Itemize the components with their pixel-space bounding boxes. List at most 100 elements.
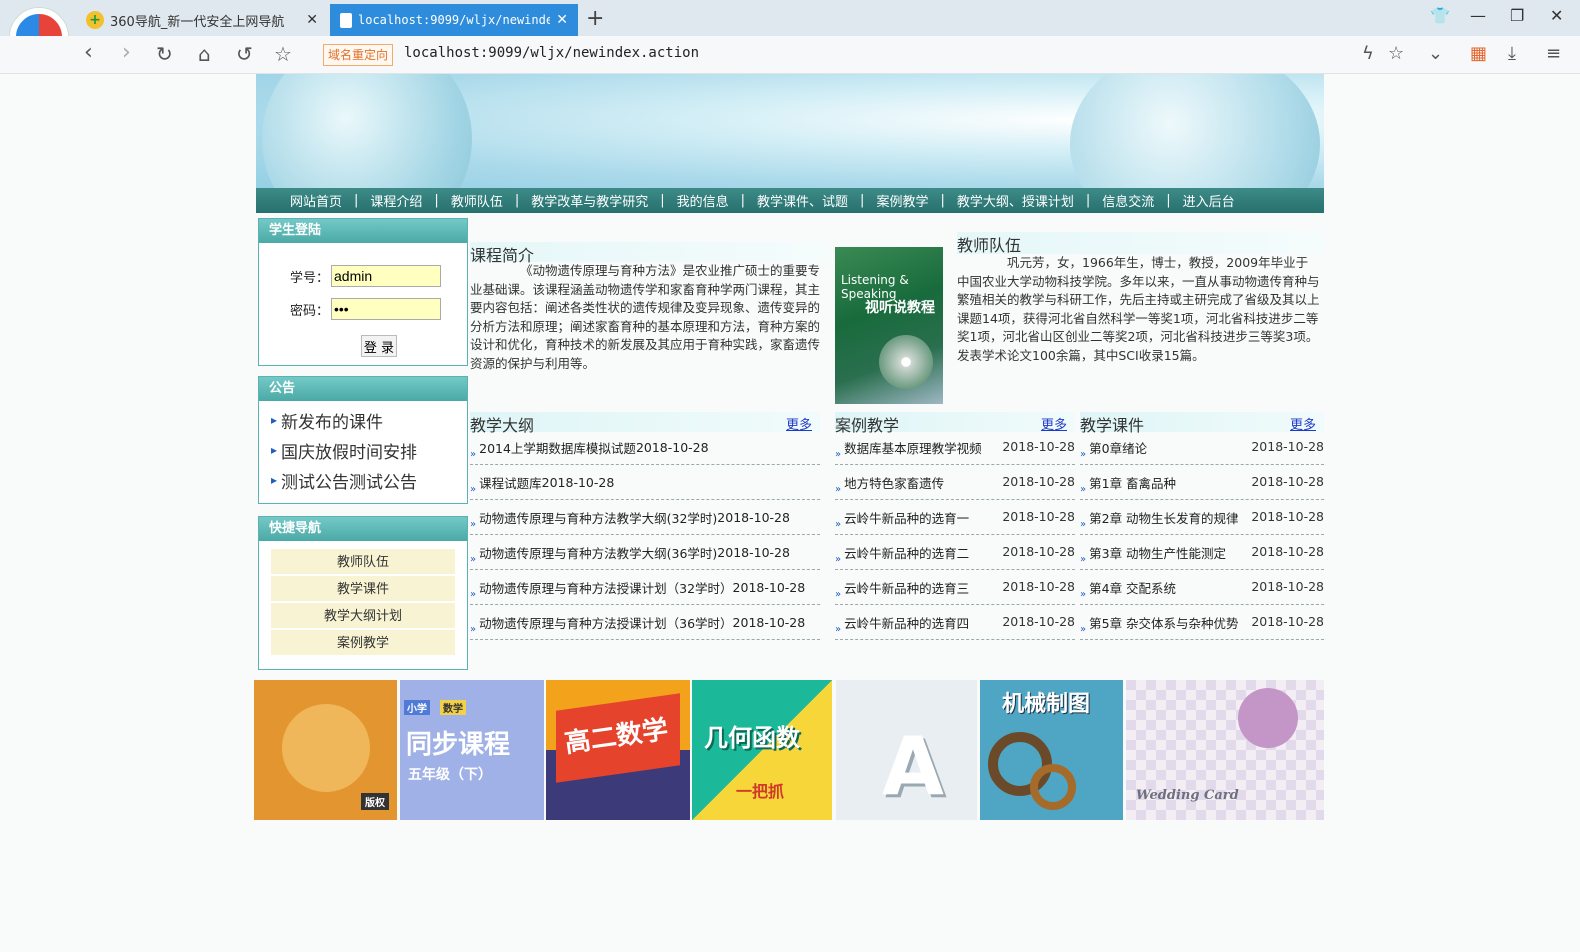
lightning-icon[interactable]: ϟ — [1362, 43, 1374, 64]
restore-icon[interactable]: ❐ — [1510, 6, 1524, 25]
notice-item[interactable]: ▸ 测试公告测试公告 — [259, 465, 467, 495]
cases-list-item[interactable]: » 地方特色家畜遗传 2018-10-28 — [835, 465, 1075, 500]
notice-title: 公告 — [259, 377, 467, 401]
menu-admin[interactable]: 进入后台 — [1183, 191, 1235, 210]
quick-link-teachers[interactable]: 教师队伍 — [271, 549, 455, 576]
courseware-list-item[interactable]: » 第5章 杂交体系与杂种优势 2018-10-28 — [1080, 605, 1324, 640]
thumb-letters[interactable]: A — [836, 680, 977, 820]
cases-list-item[interactable]: » 云岭牛新品种的选育二 2018-10-28 — [835, 535, 1075, 570]
list-item-title[interactable]: 第1章 畜禽品种 — [1089, 473, 1176, 492]
home-icon[interactable]: ⌂ — [198, 42, 211, 66]
login-button[interactable]: 登 录 — [361, 335, 397, 357]
list-item-title[interactable]: 云岭牛新品种的选育四 — [844, 613, 969, 632]
thumb-lab-course[interactable]: 版权 — [254, 680, 397, 820]
intro-text: 《动物遗传原理与育种方法》是农业推广硕士的重要专业基础课。该课程涵盖动物遗传学和… — [470, 263, 821, 371]
thumb-sync-course[interactable]: 小学 数学 同步课程 五年级（下） — [400, 680, 544, 820]
list-item-title[interactable]: 动物遗传原理与育种方法教学大纲(36学时) — [479, 543, 717, 562]
reload-icon[interactable]: ↻ — [156, 42, 173, 66]
list-item-title[interactable]: 云岭牛新品种的选育一 — [844, 508, 969, 527]
bullet-icon: ▸ — [271, 473, 278, 487]
list-item-title[interactable]: 云岭牛新品种的选育二 — [844, 543, 969, 562]
bookmark-star-icon[interactable]: ☆ — [1388, 43, 1404, 64]
courseware-list-item[interactable]: » 第0章绪论 2018-10-28 — [1080, 430, 1324, 465]
new-tab-icon[interactable]: + — [586, 6, 604, 31]
menu-teachers[interactable]: 教师队伍 — [451, 191, 503, 210]
list-item-date: 2018-10-28 — [635, 439, 709, 455]
courseware-list-item[interactable]: » 第4章 交配系统 2018-10-28 — [1080, 570, 1324, 605]
apps-grid-icon[interactable]: ▦ — [1470, 43, 1487, 64]
cases-list-item[interactable]: » 数据库基本原理教学视频 2018-10-28 — [835, 430, 1075, 465]
courseware-list-item[interactable]: » 第3章 动物生产性能测定 2018-10-28 — [1080, 535, 1324, 570]
list-item-title[interactable]: 地方特色家畜遗传 — [844, 473, 944, 492]
list-item-title[interactable]: 第0章绪论 — [1089, 438, 1147, 457]
bullet-icon: » — [470, 484, 477, 495]
menu-reform[interactable]: 教学改革与教学研究 — [531, 191, 648, 210]
courseware-list-item[interactable]: » 第1章 畜禽品种 2018-10-28 — [1080, 465, 1324, 500]
list-item-title[interactable]: 课程试题库 — [479, 473, 542, 492]
skin-icon[interactable]: 👕 — [1430, 6, 1450, 25]
minimize-icon[interactable]: — — [1470, 6, 1486, 25]
intro-title: 课程简介 — [470, 242, 830, 265]
courseware-list-item[interactable]: » 第2章 动物生长发育的规律 2018-10-28 — [1080, 500, 1324, 535]
thumb-geometry[interactable]: 几何函数 一把抓 — [692, 680, 832, 820]
quick-link-syllabus[interactable]: 教学大纲计划 — [271, 603, 455, 630]
list-item-title[interactable]: 第2章 动物生长发育的规律 — [1089, 508, 1238, 527]
menu-syllabus[interactable]: 教学大纲、授课计划 — [957, 191, 1074, 210]
close-window-icon[interactable]: ✕ — [1550, 6, 1563, 25]
list-item-title[interactable]: 数据库基本原理教学视频 — [844, 438, 982, 457]
close-tab-icon[interactable]: ✕ — [306, 12, 318, 28]
bullet-icon: » — [835, 519, 842, 530]
menu-home[interactable]: 网站首页 — [290, 191, 342, 210]
close-tab-icon[interactable]: ✕ — [556, 12, 568, 28]
tab-localhost[interactable]: localhost:9099/wljx/newindex ✕ — [330, 4, 578, 36]
notice-item[interactable]: ▸ 新发布的课件 — [259, 405, 467, 435]
list-item-title[interactable]: 第3章 动物生产性能测定 — [1089, 543, 1226, 562]
thumb-label: 几何函数 — [704, 724, 800, 752]
list-item-date: 2018-10-28 — [1251, 579, 1324, 594]
url-field[interactable]: localhost:9099/wljx/newindex.action — [404, 45, 699, 61]
syllabus-list-item[interactable]: » 课程试题库 2018-10-28 — [470, 465, 820, 500]
redirect-badge[interactable]: 域名重定向 — [323, 44, 393, 66]
syllabus-list-item[interactable]: » 动物遗传原理与育种方法授课计划（32学时） 2018-10-28 — [470, 570, 820, 605]
list-item-title[interactable]: 动物遗传原理与育种方法教学大纲(32学时) — [479, 508, 717, 527]
syllabus-list-item[interactable]: » 动物遗传原理与育种方法教学大纲(36学时) 2018-10-28 — [470, 535, 820, 570]
syllabus-list-item[interactable]: » 动物遗传原理与育种方法授课计划（36学时） 2018-10-28 — [470, 605, 820, 640]
list-item-date: 2018-10-28 — [1251, 474, 1324, 489]
list-item-title[interactable]: 动物遗传原理与育种方法授课计划（32学时） — [479, 578, 732, 597]
cases-list-item[interactable]: » 云岭牛新品种的选育一 2018-10-28 — [835, 500, 1075, 535]
list-item-title[interactable]: 动物遗传原理与育种方法授课计划（36学时） — [479, 613, 732, 632]
notice-item[interactable]: ▸ 国庆放假时间安排 — [259, 435, 467, 465]
menu-my-info[interactable]: 我的信息 — [677, 191, 729, 210]
back-icon[interactable]: ‹ — [84, 40, 93, 65]
cases-list-item[interactable]: » 云岭牛新品种的选育四 2018-10-28 — [835, 605, 1075, 640]
cases-list-item[interactable]: » 云岭牛新品种的选育三 2018-10-28 — [835, 570, 1075, 605]
thumb-mechanical[interactable]: 机械制图 — [980, 680, 1123, 820]
quick-link-courseware[interactable]: 教学课件 — [271, 576, 455, 603]
favorite-star-icon[interactable]: ☆ — [274, 42, 292, 66]
tab-360-nav[interactable]: + 360导航_新一代安全上网导航 ✕ — [76, 4, 328, 36]
menu-cases[interactable]: 案例教学 — [876, 191, 928, 210]
list-item-title[interactable]: 第5章 杂交体系与杂种优势 — [1089, 613, 1238, 632]
menu-course-intro[interactable]: 课程介绍 — [370, 191, 422, 210]
menu-courseware[interactable]: 教学课件、试题 — [757, 191, 848, 210]
password-input[interactable] — [331, 298, 441, 320]
forward-icon[interactable]: › — [122, 40, 131, 65]
page-favicon-icon — [340, 12, 352, 28]
syllabus-list-item[interactable]: » 2014上学期数据库模拟试题 2018-10-28 — [470, 430, 820, 465]
student-id-input[interactable] — [331, 265, 441, 287]
quick-link-cases[interactable]: 案例教学 — [271, 630, 455, 657]
list-item-date: 2018-10-28 — [1002, 509, 1075, 524]
list-item-title[interactable]: 云岭牛新品种的选育三 — [844, 578, 969, 597]
thumb-grade2-math[interactable]: 高二数学 — [546, 680, 690, 820]
list-item-title[interactable]: 2014上学期数据库模拟试题 — [479, 438, 636, 457]
thumb-wedding-card[interactable]: Wedding Card — [1126, 680, 1324, 820]
dropdown-chevron-icon[interactable]: ⌄ — [1428, 43, 1443, 64]
book-cover-image[interactable]: Listening & Speaking 视听说教程 — [835, 247, 943, 404]
syllabus-list-item[interactable]: » 动物遗传原理与育种方法教学大纲(32学时) 2018-10-28 — [470, 500, 820, 535]
menu-icon[interactable]: ≡ — [1546, 43, 1561, 64]
menu-exchange[interactable]: 信息交流 — [1102, 191, 1154, 210]
thumb-label: Wedding Card — [1136, 788, 1239, 803]
list-item-title[interactable]: 第4章 交配系统 — [1089, 578, 1176, 597]
download-icon[interactable]: ⤓ — [1508, 43, 1516, 64]
undo-close-icon[interactable]: ↺ — [236, 42, 253, 66]
